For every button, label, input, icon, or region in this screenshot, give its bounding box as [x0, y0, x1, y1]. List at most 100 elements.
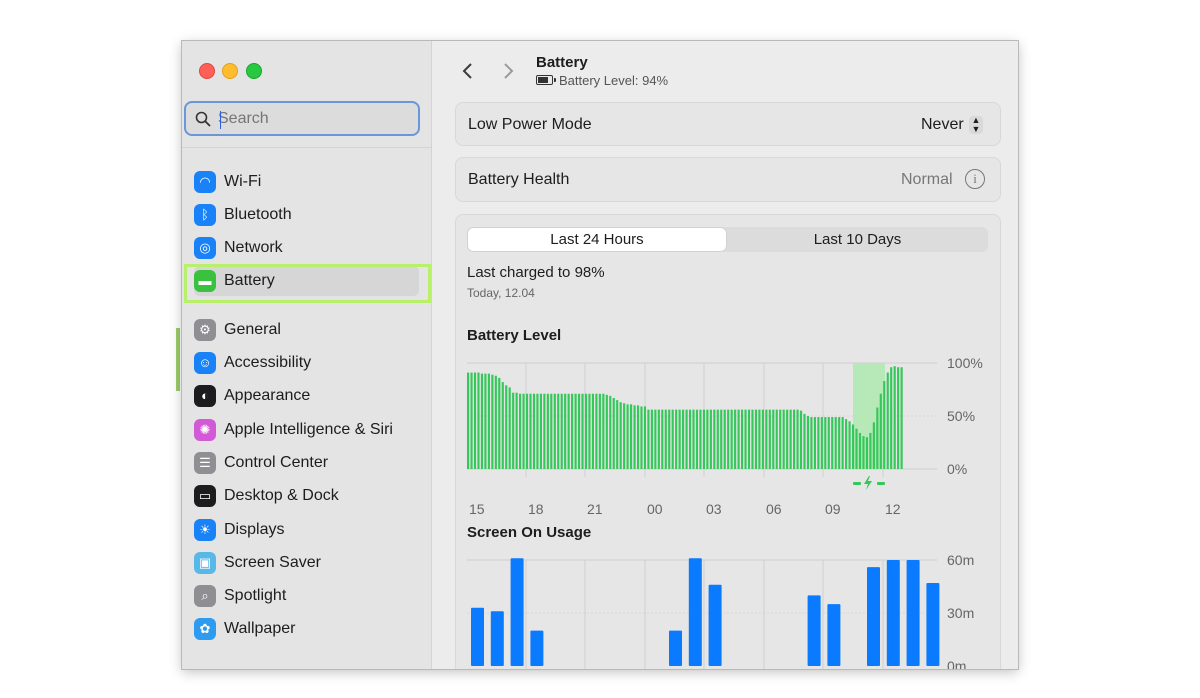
- close-button[interactable]: [199, 63, 215, 79]
- battery-bar: [494, 375, 497, 469]
- screen-saver-icon: ▣: [194, 552, 216, 574]
- battery-bar: [519, 393, 522, 469]
- sidebar-item-general[interactable]: ⚙ General: [194, 315, 419, 345]
- battery-mini-icon: [536, 75, 556, 85]
- forward-button[interactable]: [498, 61, 518, 81]
- tab-last-24-hours[interactable]: Last 24 Hours: [468, 228, 726, 251]
- battery-bar: [612, 397, 615, 469]
- usage-bar: [867, 567, 880, 666]
- battery-bar: [716, 409, 719, 469]
- battery-bar: [491, 374, 494, 469]
- battery-bar: [609, 395, 612, 469]
- back-button[interactable]: [458, 61, 478, 81]
- sidebar-item-apple-intelligence-siri[interactable]: ✺ Apple Intelligence & Siri: [194, 415, 419, 445]
- minimize-button[interactable]: [222, 63, 238, 79]
- battery-bar: [473, 372, 477, 469]
- battery-bar: [768, 409, 771, 469]
- charging-dash: [853, 482, 861, 485]
- y-tick-label: 0m: [947, 658, 966, 669]
- sidebar-item-label: Battery: [224, 272, 275, 289]
- battery-bar: [775, 409, 778, 469]
- battery-bar: [727, 409, 730, 469]
- battery-bar: [550, 393, 553, 469]
- battery-bar: [779, 409, 782, 469]
- battery-bar: [501, 382, 504, 469]
- x-tick-label: 09: [825, 501, 841, 517]
- battery-bar: [806, 416, 810, 469]
- battery-bar: [876, 407, 879, 469]
- x-tick-label: 21: [587, 501, 603, 517]
- sidebar-item-wallpaper[interactable]: ✿ Wallpaper: [194, 614, 419, 644]
- sidebar-item-network[interactable]: ◎ Network: [194, 233, 419, 263]
- battery-bar: [602, 393, 605, 469]
- battery-bar: [810, 417, 813, 469]
- usage-bar: [926, 582, 940, 666]
- battery-bar: [512, 392, 515, 469]
- bluetooth-icon: ᛒ: [194, 204, 216, 226]
- battery-bar: [484, 373, 487, 469]
- battery-bar: [525, 393, 529, 469]
- info-icon[interactable]: i: [965, 169, 985, 189]
- battery-bar: [786, 409, 789, 469]
- y-tick-label: 60m: [947, 552, 974, 568]
- battery-bar: [782, 409, 785, 469]
- battery-bar: [515, 392, 518, 469]
- time-range-segmented-control: Last 24 Hours Last 10 Days: [467, 227, 988, 252]
- battery-bar: [546, 393, 549, 469]
- battery-bar: [661, 409, 664, 469]
- battery-bar: [886, 372, 889, 469]
- battery-bar: [737, 409, 740, 469]
- battery-bar: [633, 405, 636, 469]
- battery-bar: [872, 422, 875, 469]
- battery-bar: [571, 393, 574, 469]
- usage-bar: [688, 558, 702, 666]
- low-power-mode-value[interactable]: Never: [921, 116, 964, 134]
- battery-bar: [897, 367, 900, 469]
- search-field[interactable]: [184, 101, 420, 136]
- x-tick-label: 03: [706, 501, 722, 517]
- battery-bar: [588, 393, 591, 469]
- sidebar-item-accessibility[interactable]: ☺ Accessibility: [194, 348, 419, 378]
- sidebar-item-control-center[interactable]: ☰ Control Center: [194, 448, 419, 478]
- battery-bar: [619, 402, 622, 469]
- sidebar-item-appearance[interactable]: ◐ Appearance: [194, 381, 419, 411]
- zoom-button[interactable]: [246, 63, 262, 79]
- battery-bar: [657, 409, 660, 469]
- battery-health-label: Battery Health: [468, 171, 570, 188]
- y-tick-label: 0%: [947, 461, 967, 477]
- usage-bar: [510, 558, 524, 666]
- battery-bar: [630, 404, 633, 469]
- battery-bar: [702, 409, 705, 469]
- sidebar-item-battery[interactable]: ▬ Battery: [194, 266, 419, 296]
- search-input[interactable]: [218, 108, 408, 130]
- sidebar-item-label: Appearance: [224, 387, 311, 404]
- battery-bar: [827, 417, 830, 469]
- battery-bar: [845, 419, 848, 469]
- text-caret: [220, 111, 221, 129]
- battery-icon: ▬: [194, 270, 216, 292]
- battery-bar: [647, 409, 650, 469]
- sidebar-item-bluetooth[interactable]: ᛒ Bluetooth: [194, 200, 419, 230]
- page-title: Battery: [536, 54, 588, 71]
- battery-bar: [543, 393, 546, 469]
- sidebar-item-spotlight[interactable]: ⌕ Spotlight: [194, 581, 419, 611]
- battery-usage-card: Last 24 Hours Last 10 Days Last charged …: [455, 214, 1001, 669]
- sidebar-item-wi-fi[interactable]: ◠ Wi-Fi: [194, 167, 419, 197]
- sidebar-item-label: Bluetooth: [224, 206, 292, 223]
- battery-bar: [838, 417, 841, 469]
- battery-bar: [470, 372, 473, 469]
- battery-bar: [692, 409, 695, 469]
- battery-bar: [848, 421, 851, 469]
- tab-last-10-days[interactable]: Last 10 Days: [728, 228, 987, 251]
- battery-level-subtitle: Battery Level: 94%: [536, 73, 668, 88]
- sidebar-item-screen-saver[interactable]: ▣ Screen Saver: [194, 548, 419, 578]
- battery-bar: [581, 393, 584, 469]
- battery-bar: [577, 393, 581, 469]
- sidebar-item-displays[interactable]: ☀ Displays: [194, 515, 419, 545]
- low-power-mode-label: Low Power Mode: [468, 116, 592, 133]
- wallpaper-icon: ✿: [194, 618, 216, 640]
- search-icon: [195, 111, 211, 127]
- battery-bar: [616, 400, 619, 469]
- popup-arrows-icon[interactable]: ▲ ▼: [969, 116, 983, 134]
- sidebar-item-desktop-dock[interactable]: ▭ Desktop & Dock: [194, 481, 419, 511]
